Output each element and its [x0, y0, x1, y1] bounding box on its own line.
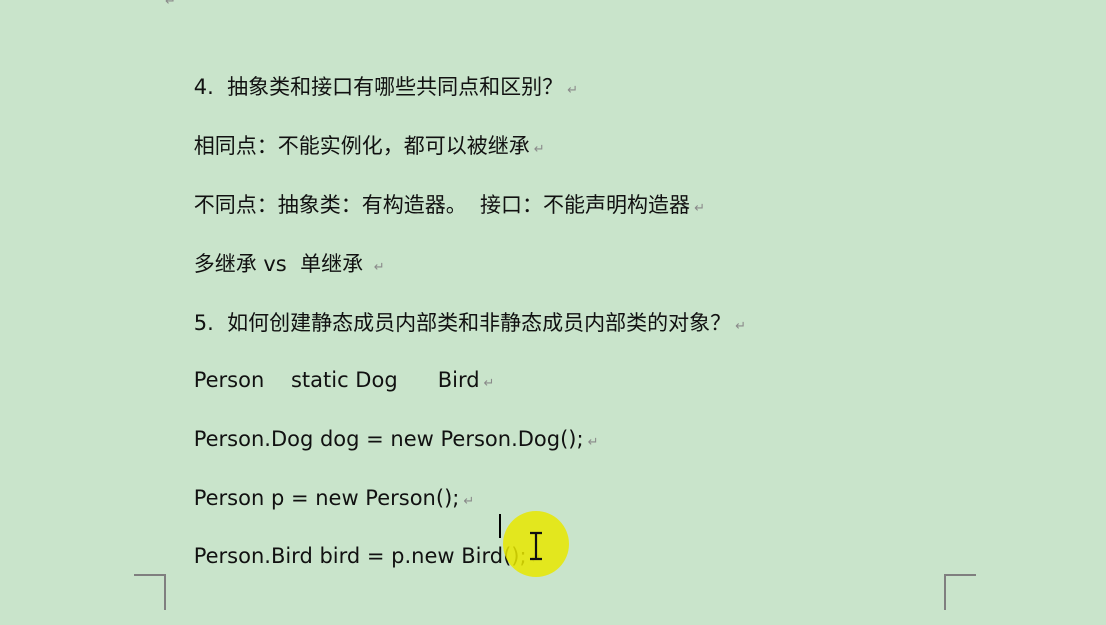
paragraph-mark: ↵ [483, 376, 495, 391]
text-cursor-icon [530, 531, 542, 561]
line-text: 多继承 vs 单继承 [193, 252, 370, 276]
document-page[interactable]: ↵ 4. 抽象类和接口有哪些共同点和区别？ ↵ 相同点：不能实例化，都可以被继承 ↵… [0, 0, 1106, 625]
line-text: Person static Dog Bird [193, 368, 480, 392]
paragraph-mark: ↵ [463, 494, 475, 509]
paragraph-mark: ↵ [694, 201, 705, 216]
line-text: Person.Dog dog = new Person.Dog(); [193, 427, 584, 451]
line-text: 相同点：不能实例化，都可以被继承 [193, 134, 530, 158]
paragraph-mark: ↵ [735, 319, 746, 334]
line-text: Person.Bird bird = p.new Bird(); [193, 544, 527, 568]
text-caret [499, 514, 501, 538]
line-text: Person p = new Person(); [193, 486, 460, 510]
paragraph-mark: ↵ [587, 435, 599, 450]
page-margin-corner-right [944, 574, 976, 610]
paragraph-mark: ↵ [567, 83, 578, 98]
line-text: 4. 抽象类和接口有哪些共同点和区别？ [193, 75, 564, 99]
line-text: 不同点：抽象类：有构造器。 接口：不能声明构造器 [193, 193, 691, 217]
line-text: 5. 如何创建静态成员内部类和非静态成员内部类的对象？ [193, 311, 732, 335]
paragraph-mark: ↵ [165, 0, 176, 9]
page-margin-corner-left [134, 574, 166, 610]
paragraph-mark: ↵ [533, 142, 545, 157]
paragraph-mark: ↵ [373, 260, 385, 275]
document-line-bird-instance[interactable]: Person.Bird bird = p.new Bird();↵ [167, 511, 542, 605]
